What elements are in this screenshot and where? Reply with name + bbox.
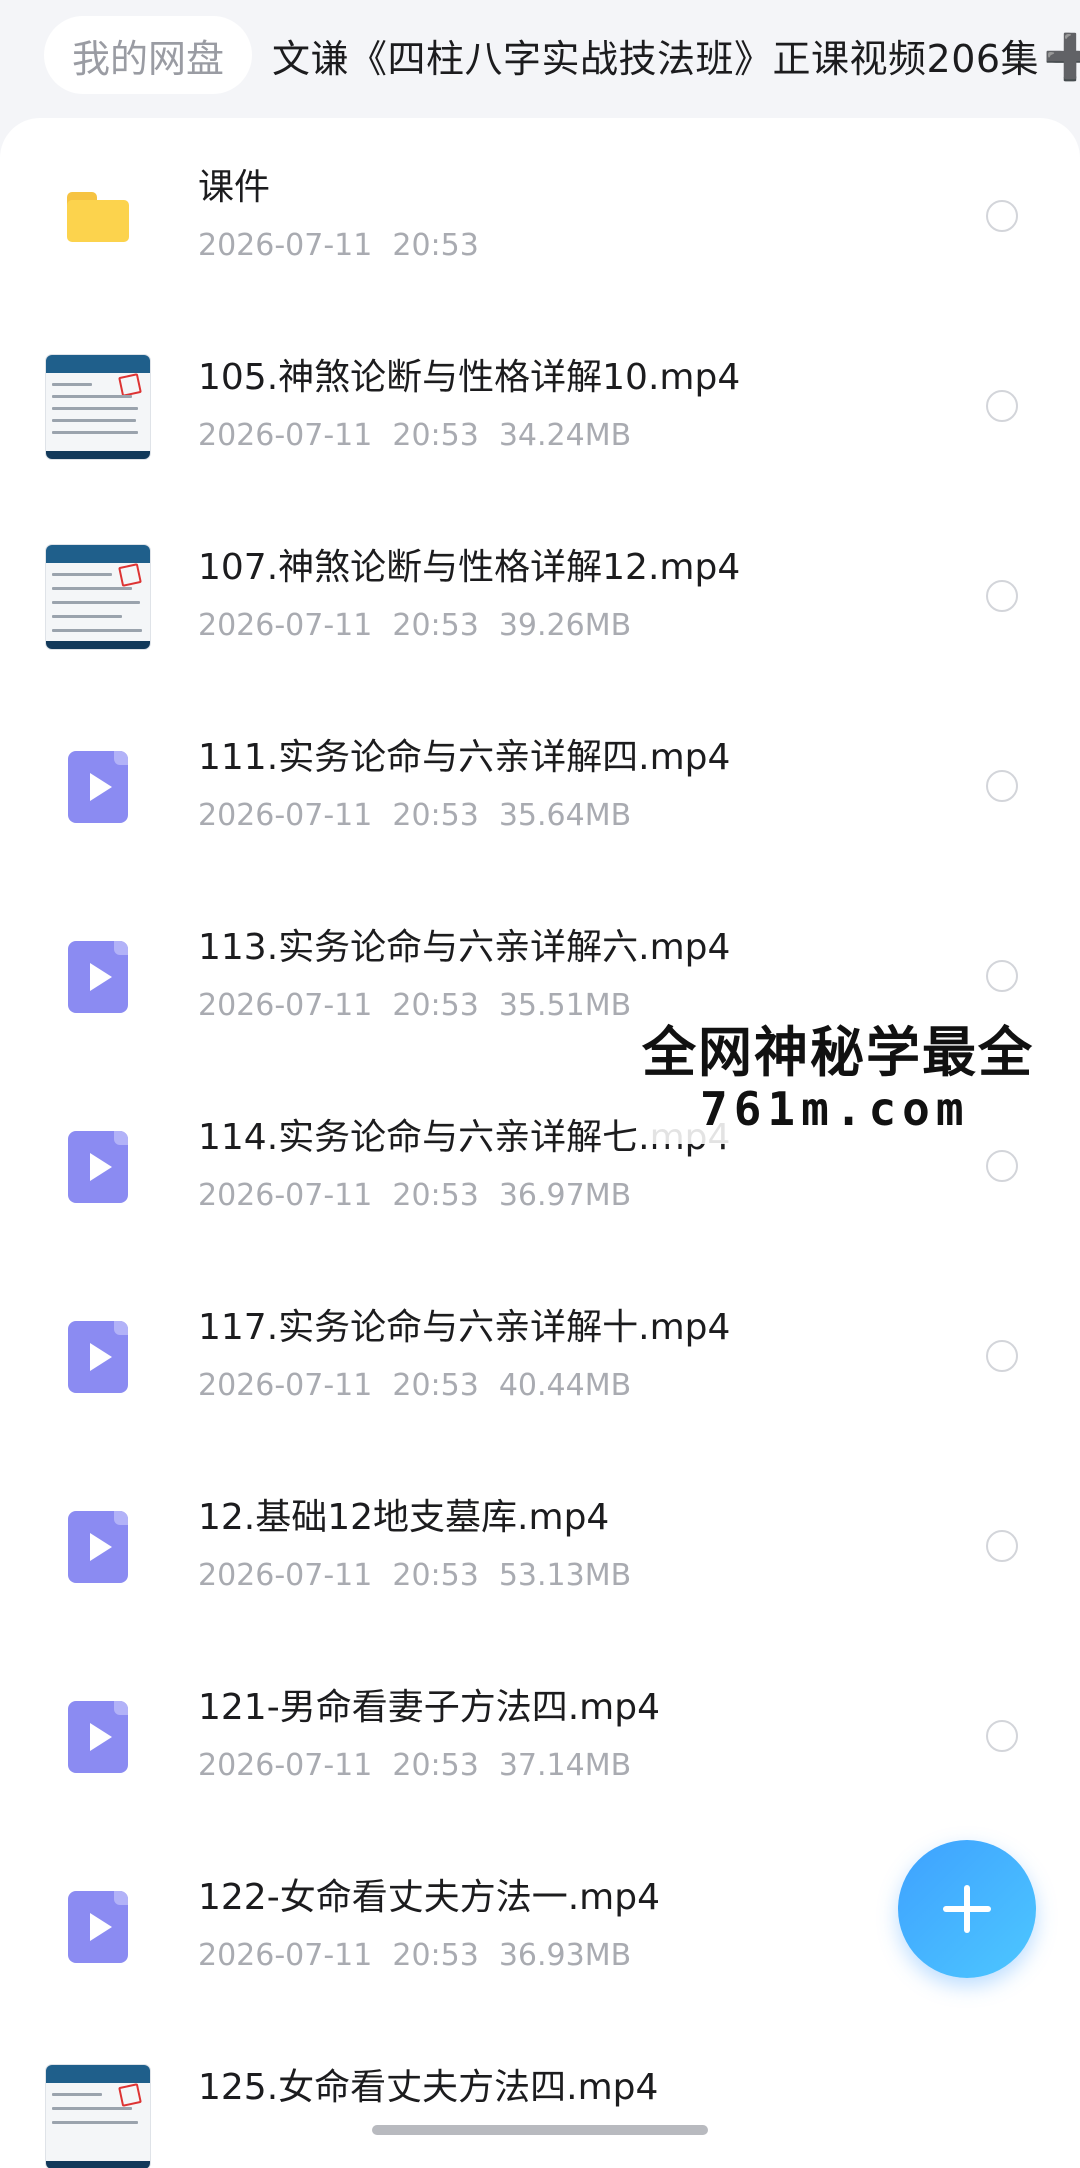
file-row[interactable]: 121-男命看妻子方法四.mp4 2026-07-11 20:53 37.14MB — [0, 1638, 1080, 1828]
file-meta: 2026-07-11 20:53 36.93MB — [198, 1938, 651, 1973]
file-name: 117.实务论命与六亲详解十.mp4 — [198, 1307, 731, 1348]
file-date: 2026-07-11 — [198, 798, 373, 833]
video-thumbnail — [44, 2063, 152, 2168]
play-icon — [90, 1153, 112, 1181]
add-button[interactable] — [898, 1840, 1036, 1978]
file-date: 2026-07-11 — [198, 1368, 373, 1403]
file-row[interactable]: 12.基础12地支墓库.mp4 2026-07-11 20:53 53.13MB — [0, 1448, 1080, 1638]
file-date: 2026-07-11 — [198, 988, 373, 1023]
breadcrumb-current-folder: 文谦《四柱八字实战技法班》正课视频206集➕ — [272, 28, 1080, 83]
file-date: 2026-07-11 — [198, 1748, 373, 1783]
file-name: 121-男命看妻子方法四.mp4 — [198, 1687, 660, 1728]
file-time: 20:53 — [392, 988, 479, 1023]
file-meta: 2026-07-11 20:53 34.24MB — [198, 418, 651, 453]
video-thumbnail — [44, 543, 152, 651]
file-time: 20:53 — [392, 1748, 479, 1783]
video-file-icon — [44, 1683, 152, 1791]
play-icon — [90, 1723, 112, 1751]
file-name: 107.神煞论断与性格详解12.mp4 — [198, 547, 741, 588]
current-folder-name: 文谦《四柱八字实战技法班》正课视频206集 — [272, 36, 1040, 81]
folder-icon — [44, 163, 152, 271]
watermark: 全网神秘学最全 761m.com — [636, 1002, 1080, 1144]
file-meta: 2026-07-11 20:53 36.97MB — [198, 1178, 651, 1213]
file-name: 111.实务论命与六亲详解四.mp4 — [198, 737, 731, 778]
file-meta: 2026-07-11 20:53 53.13MB — [198, 1558, 651, 1593]
watermark-line1: 全网神秘学最全 — [642, 1021, 1034, 1084]
video-thumbnail — [44, 353, 152, 461]
play-icon — [90, 963, 112, 991]
video-file-icon — [44, 1873, 152, 1981]
file-time: 20:53 — [392, 228, 479, 263]
select-checkbox[interactable] — [986, 580, 1018, 612]
file-size: 53.13MB — [498, 1558, 632, 1593]
file-date: 2026-07-11 — [198, 418, 373, 453]
file-meta: 2026-07-11 20:53 40.44MB — [198, 1368, 651, 1403]
file-size: 36.93MB — [498, 1938, 632, 1973]
file-size: 39.26MB — [498, 608, 632, 643]
breadcrumb: 我的网盘 文谦《四柱八字实战技法班》正课视频206集➕ — [0, 0, 1080, 110]
file-meta: 2026-07-11 20:53 37.14MB — [198, 1748, 651, 1783]
file-meta: 2026-07-11 20:53 35.64MB — [198, 798, 651, 833]
select-checkbox[interactable] — [986, 200, 1018, 232]
video-file-icon — [44, 1493, 152, 1601]
video-file-icon — [44, 1113, 152, 1221]
file-row[interactable]: 111.实务论命与六亲详解四.mp4 2026-07-11 20:53 35.64M… — [0, 688, 1080, 878]
file-date: 2026-07-11 — [198, 1178, 373, 1213]
select-checkbox[interactable] — [986, 1530, 1018, 1562]
plus-icon — [943, 1885, 991, 1933]
file-row[interactable]: 117.实务论命与六亲详解十.mp4 2026-07-11 20:53 40.44M… — [0, 1258, 1080, 1448]
file-time: 20:53 — [392, 1178, 479, 1213]
file-meta: 2026-07-11 20:53 — [198, 228, 499, 263]
video-file-icon — [44, 733, 152, 841]
file-meta: 2026-07-11 20:53 35.51MB — [198, 988, 651, 1023]
file-date: 2026-07-11 — [198, 1558, 373, 1593]
file-time: 20:53 — [392, 1368, 479, 1403]
file-row[interactable]: 125.女命看丈夫方法四.mp4 — [0, 2018, 1080, 2168]
select-checkbox[interactable] — [986, 390, 1018, 422]
file-name: 课件 — [198, 167, 271, 208]
select-checkbox[interactable] — [986, 960, 1018, 992]
file-time: 20:53 — [392, 1558, 479, 1593]
file-size: 37.14MB — [498, 1748, 632, 1783]
file-row[interactable]: 课件 2026-07-11 20:53 — [0, 118, 1080, 308]
play-icon — [90, 773, 112, 801]
file-name: 113.实务论命与六亲详解六.mp4 — [198, 927, 731, 968]
file-date: 2026-07-11 — [198, 608, 373, 643]
select-checkbox[interactable] — [986, 1340, 1018, 1372]
file-size: 40.44MB — [498, 1368, 632, 1403]
video-file-icon — [44, 1303, 152, 1411]
play-icon — [90, 1533, 112, 1561]
file-name: 12.基础12地支墓库.mp4 — [198, 1497, 610, 1538]
file-time: 20:53 — [392, 608, 479, 643]
file-name: 125.女命看丈夫方法四.mp4 — [198, 2067, 659, 2108]
file-meta: 2026-07-11 20:53 39.26MB — [198, 608, 651, 643]
play-icon — [90, 1343, 112, 1371]
file-size: 35.64MB — [498, 798, 632, 833]
file-name: 122-女命看丈夫方法一.mp4 — [198, 1877, 660, 1918]
select-checkbox[interactable] — [986, 1150, 1018, 1182]
breadcrumb-home-my-drive[interactable]: 我的网盘 — [44, 16, 253, 94]
plus-icon: ➕ — [1043, 31, 1080, 83]
file-time: 20:53 — [392, 418, 479, 453]
play-icon — [90, 1913, 112, 1941]
file-size: 35.51MB — [498, 988, 632, 1023]
file-row[interactable]: 107.神煞论断与性格详解12.mp4 2026-07-11 20:53 39.26… — [0, 498, 1080, 688]
file-date: 2026-07-11 — [198, 1938, 373, 1973]
file-time: 20:53 — [392, 1938, 479, 1973]
file-date: 2026-07-11 — [198, 228, 373, 263]
file-name: 105.神煞论断与性格详解10.mp4 — [198, 357, 741, 398]
file-time: 20:53 — [392, 798, 479, 833]
file-size: 36.97MB — [498, 1178, 632, 1213]
video-file-icon — [44, 923, 152, 1031]
file-row[interactable]: 105.神煞论断与性格详解10.mp4 2026-07-11 20:53 34.24… — [0, 308, 1080, 498]
select-checkbox[interactable] — [986, 1720, 1018, 1752]
watermark-line2: 761m.com — [700, 1082, 970, 1136]
file-size: 34.24MB — [498, 418, 632, 453]
select-checkbox[interactable] — [986, 770, 1018, 802]
home-indicator[interactable] — [372, 2125, 708, 2135]
